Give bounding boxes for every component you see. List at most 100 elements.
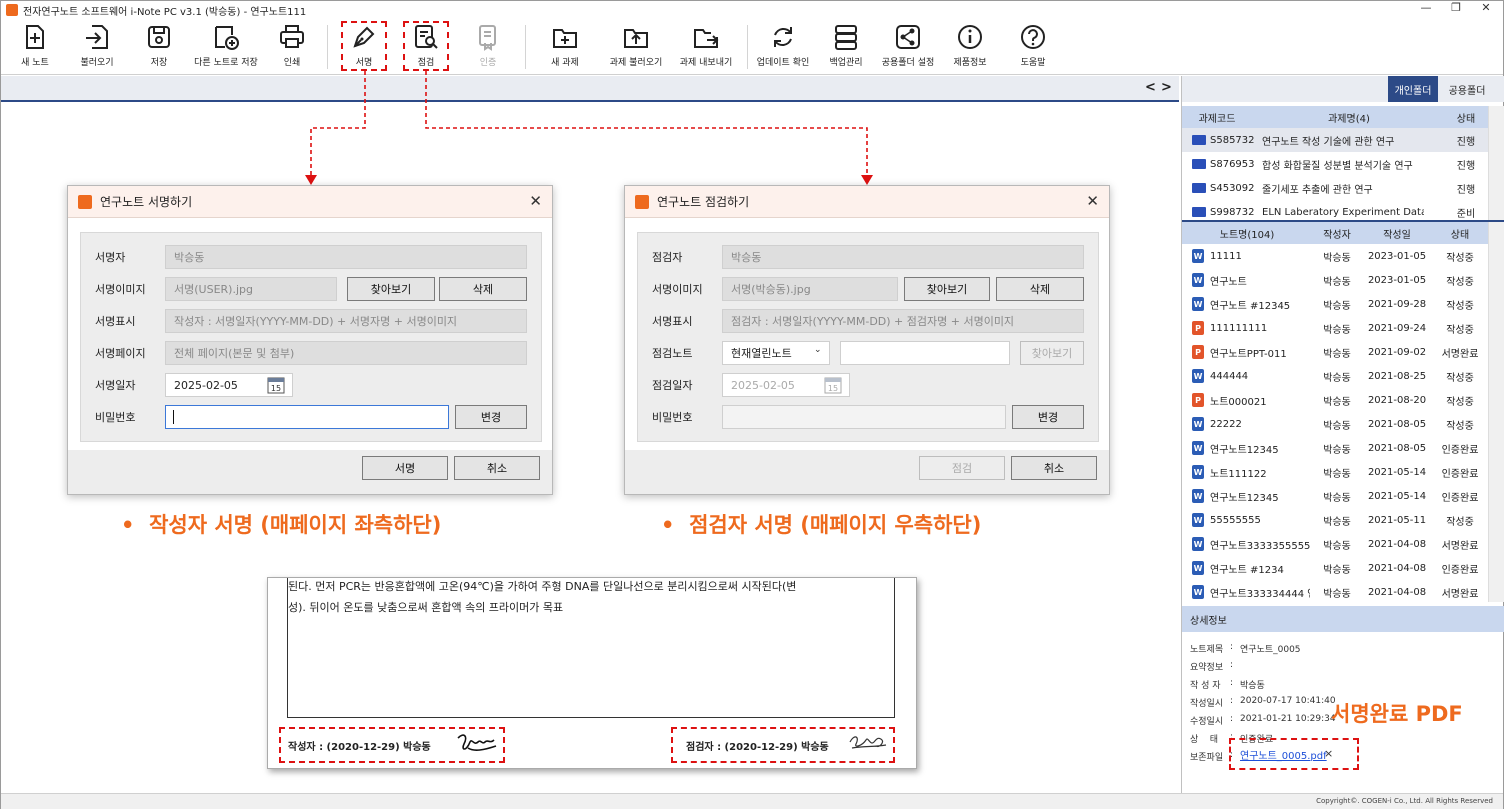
- note-browse-button[interactable]: 찾아보기: [1020, 341, 1084, 365]
- right-panel: 개인폴더 공용폴더 과제코드 과제명(4) 상태 S585732 연구노트 작성…: [1181, 76, 1504, 794]
- note-row[interactable]: P 111111111 박승동 2021-09-24 작성중: [1182, 316, 1488, 340]
- powerpoint-file-icon: P: [1192, 321, 1204, 335]
- detail-colon: :: [1230, 714, 1234, 724]
- sign-dialog-title: 연구노트 서명하기: [100, 195, 193, 209]
- note-row[interactable]: P 노트000021 박승동 2021-08-20 작성중: [1182, 388, 1488, 412]
- right-annotation: • 점검자 서명 (매페이지 우측하단): [661, 513, 982, 537]
- left-annotation: • 작성자 서명 (매페이지 좌측하단): [121, 513, 442, 537]
- sign-submit-button[interactable]: 서명: [362, 456, 448, 480]
- note-row[interactable]: W 55555555 박승동 2021-05-11 작성중: [1182, 508, 1488, 532]
- note-row[interactable]: W 연구노트 #12345 박승동 2021-09-28 작성중: [1182, 292, 1488, 316]
- change-password-button[interactable]: 변경: [455, 405, 527, 429]
- word-file-icon: W: [1192, 513, 1204, 527]
- close-icon[interactable]: ✕: [529, 192, 542, 210]
- note-grid-header: 노트명(104) 작성자 작성일 상태: [1182, 222, 1488, 244]
- inspect-display-field: 점검자 : 서명일자(YYYY-MM-DD) + 점검자명 + 서명이미지: [722, 309, 1084, 333]
- sign-dialog-titlebar: 연구노트 서명하기 ✕: [68, 186, 552, 218]
- note-row[interactable]: W 연구노트 #1234 박승동 2021-04-08 인증완료: [1182, 556, 1488, 580]
- delete-button[interactable]: 삭제: [996, 277, 1084, 301]
- detail-label: 수정일시: [1190, 717, 1224, 727]
- minimize-icon[interactable]: —: [1411, 1, 1441, 14]
- folder-icon: [1192, 159, 1206, 169]
- connector-arrows: [305, 71, 873, 185]
- project-row[interactable]: S876953 합성 화합물질 성분별 분석기술 연구 진행: [1182, 152, 1488, 176]
- word-file-icon: W: [1192, 561, 1204, 575]
- note-row[interactable]: W연구노트333334444 연구박승동2021-04-08서명완료: [1182, 580, 1488, 604]
- sign-dialog-footer: 서명 취소: [68, 450, 552, 494]
- detail-colon: :: [1230, 678, 1234, 688]
- word-file-icon: W: [1192, 417, 1204, 431]
- note-row[interactable]: W 연구노트12345 박승동 2021-05-14 인증완료: [1182, 484, 1488, 508]
- inspect-dialog-body: 점검자 박승동 서명이미지 서명(박승동).jpg 찾아보기 삭제 서명표시 점…: [637, 232, 1099, 442]
- sign-cancel-button[interactable]: 취소: [454, 456, 540, 480]
- detail-label: 보존파일: [1190, 753, 1224, 763]
- inspect-note-path-field: [840, 341, 1010, 365]
- note-row[interactable]: W 노트111122 박승동 2021-05-14 인증완료: [1182, 460, 1488, 484]
- note-row[interactable]: W 22222 박승동 2021-08-05 작성중: [1182, 412, 1488, 436]
- note-row[interactable]: W 444444 박승동 2021-08-25 작성중: [1182, 364, 1488, 388]
- detail-value: 연구노트_0005: [1240, 645, 1301, 655]
- inspect-dialog-footer: 점검 취소: [625, 450, 1109, 494]
- folder-icon: [1192, 183, 1206, 193]
- inspect-password-input[interactable]: [722, 405, 1006, 429]
- note-row[interactable]: W 11111 박승동 2023-01-05 작성중: [1182, 244, 1488, 268]
- svg-text:15: 15: [828, 384, 838, 393]
- detail-value: 박승동: [1240, 681, 1265, 691]
- inspect-dialog: 연구노트 점검하기 ✕ 점검자 박승동 서명이미지 서명(박승동).jpg 찾아…: [624, 185, 1110, 495]
- calendar-icon[interactable]: 15: [267, 376, 285, 394]
- detail-colon: :: [1230, 642, 1234, 652]
- project-row[interactable]: S453092 줄기세포 추출에 관한 연구 진행: [1182, 176, 1488, 200]
- note-row[interactable]: W 연구노트12345 박승동 2021-08-05 인증완료: [1182, 436, 1488, 460]
- chevron-down-icon[interactable]: ⌄: [814, 345, 822, 355]
- folder-icon: [1192, 135, 1206, 145]
- browse-button[interactable]: 찾아보기: [347, 277, 435, 301]
- sign-password-input[interactable]: [165, 405, 449, 429]
- sign-connector-line: [310, 71, 366, 179]
- sign-image-field: 서명(USER).jpg: [165, 277, 337, 301]
- tab-personal-folder[interactable]: 개인폴더: [1388, 76, 1438, 102]
- note-grid-scrollbar[interactable]: [1488, 222, 1504, 602]
- app-window: 전자연구노트 소프트웨어 i-Note PC v3.1 (박승동) - 연구노트…: [0, 0, 1504, 809]
- inspect-submit-button[interactable]: 점검: [919, 456, 1005, 480]
- detail-value: 2021-01-21 10:29:34: [1240, 714, 1336, 724]
- powerpoint-file-icon: P: [1192, 345, 1204, 359]
- word-file-icon: W: [1192, 441, 1204, 455]
- calendar-icon[interactable]: 15: [824, 376, 842, 394]
- signer-field: 박승동: [165, 245, 527, 269]
- delete-button[interactable]: 삭제: [439, 277, 527, 301]
- pdf-annotation: 서명완료 PDF: [1331, 702, 1463, 726]
- browse-button[interactable]: 찾아보기: [904, 277, 990, 301]
- svg-text:15: 15: [271, 384, 281, 393]
- close-icon[interactable]: ✕: [1086, 192, 1099, 210]
- project-grid-scrollbar[interactable]: [1488, 106, 1504, 220]
- note-row[interactable]: W연구노트333335555555박승동2021-04-08서명완료: [1182, 532, 1488, 556]
- project-grid-header: 과제코드 과제명(4) 상태: [1182, 106, 1488, 128]
- pdf-link-highlight: [1229, 738, 1359, 770]
- tab-shared-folder[interactable]: 공용폴더: [1442, 76, 1492, 102]
- note-row[interactable]: W 연구노트 박승동 2023-01-05 작성중: [1182, 268, 1488, 292]
- copyright-text: Copyright©. COGEN-i Co., Ltd. All Rights…: [1316, 797, 1493, 805]
- detail-header: 상세정보: [1182, 606, 1504, 632]
- inspect-dialog-title: 연구노트 점검하기: [657, 195, 750, 209]
- powerpoint-file-icon: P: [1192, 393, 1204, 407]
- word-file-icon: W: [1192, 489, 1204, 503]
- author-signature-highlight: [279, 727, 505, 763]
- change-password-button[interactable]: 변경: [1012, 405, 1084, 429]
- word-file-icon: W: [1192, 273, 1204, 287]
- sign-dialog: 연구노트 서명하기 ✕ 서명자 박승동 서명이미지 서명(USER).jpg 찾…: [67, 185, 553, 495]
- detail-label: 상 태: [1190, 735, 1219, 745]
- word-file-icon: W: [1192, 465, 1204, 479]
- sign-display-field: 작성자 : 서명일자(YYYY-MM-DD) + 서명자명 + 서명이미지: [165, 309, 527, 333]
- word-file-icon: W: [1192, 249, 1204, 263]
- maximize-icon[interactable]: ❐: [1441, 1, 1471, 14]
- inspector-signature-highlight: [671, 727, 895, 763]
- word-file-icon: W: [1192, 585, 1204, 599]
- detail-colon: :: [1230, 660, 1234, 670]
- detail-label: 작 성 자: [1190, 681, 1221, 691]
- project-row[interactable]: S585732 연구노트 작성 기술에 관한 연구 진행: [1182, 128, 1488, 152]
- inspect-cancel-button[interactable]: 취소: [1011, 456, 1097, 480]
- detail-label: 노트제목: [1190, 645, 1224, 655]
- note-row[interactable]: P 연구노트PPT-011 박승동 2021-09-02 서명완료: [1182, 340, 1488, 364]
- word-file-icon: W: [1192, 537, 1204, 551]
- window-close-icon[interactable]: ✕: [1471, 1, 1501, 14]
